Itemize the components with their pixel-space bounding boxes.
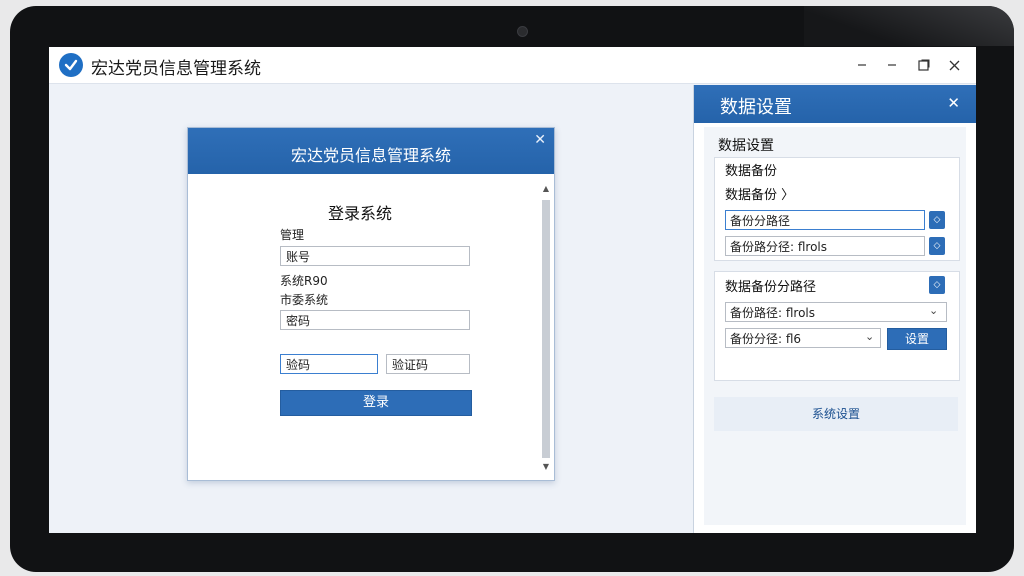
login-button[interactable]: 登录 xyxy=(280,390,472,416)
data-settings-body: 数据设置 数据备份 数据备份 〉 备份分路径 ◇ 备份路分径: flrols ◇… xyxy=(704,127,966,525)
minimize-button[interactable] xyxy=(849,53,875,77)
system-settings-button[interactable]: 系统设置 xyxy=(714,397,958,431)
data-settings-header: 数据设置 ✕ xyxy=(694,85,976,123)
login-dialog: 宏达党员信息管理系统 ✕ 登录系统 管理 账号 系统R90 市委系统 密码 验码… xyxy=(187,127,555,481)
backup-title: 数据备份 xyxy=(725,164,778,179)
spinner-arrows-icon[interactable]: ◇ xyxy=(929,276,945,294)
close-icon[interactable]: ✕ xyxy=(947,94,960,112)
bezel-reflection xyxy=(804,6,1014,46)
restore-group: 数据备份分路径 ◇ 备份路径: flrols ⌄ 备份分径: fl6 ⌄ 设置 xyxy=(714,271,960,381)
username-input[interactable]: 账号 xyxy=(280,246,470,266)
spinner-arrows-icon[interactable]: ◇ xyxy=(929,211,945,229)
restore-title: 数据备份分路径 xyxy=(725,280,817,295)
spinner-arrows-icon[interactable]: ◇ xyxy=(929,237,945,255)
app-screen: 宏达党员信息管理系统 宏达党员信息管理系统 ✕ 登录系统 管理 账号 系统R90… xyxy=(49,47,976,533)
login-heading: 登录系统 xyxy=(327,204,392,223)
username-label: 管理 xyxy=(280,228,305,242)
chevron-down-icon[interactable]: ⌄ xyxy=(929,304,938,317)
window-titlebar: 宏达党员信息管理系统 xyxy=(49,47,976,84)
section-title: 数据设置 xyxy=(718,138,774,154)
scroll-up-icon[interactable]: ▲ xyxy=(540,184,552,193)
backup-path-select[interactable]: 备份分路径 xyxy=(725,210,925,230)
close-window-button[interactable] xyxy=(941,53,967,77)
scroll-thumb[interactable] xyxy=(542,200,550,458)
login-dialog-title: 宏达党员信息管理系统 xyxy=(290,146,451,165)
chevron-down-icon[interactable]: ⌄ xyxy=(865,330,874,343)
password-input[interactable]: 密码 xyxy=(280,310,470,330)
scroll-down-icon[interactable]: ▼ xyxy=(540,462,552,471)
data-settings-panel: 数据设置 ✕ 数据设置 数据备份 数据备份 〉 备份分路径 ◇ 备份路分径: f… xyxy=(693,85,976,533)
captcha-input[interactable]: 验码 xyxy=(280,354,378,374)
field-label-3: 市委系统 xyxy=(280,293,329,307)
field-label-2: 系统R90 xyxy=(280,274,328,288)
check-circle-icon xyxy=(59,53,83,77)
restore-path-field[interactable]: 备份分径: fl6 xyxy=(725,328,881,348)
restore-button[interactable] xyxy=(879,53,905,77)
dialog-scrollbar[interactable]: ▲ ▼ xyxy=(540,184,552,476)
backup-subtitle: 数据备份 〉 xyxy=(725,188,795,203)
backup-path-field[interactable]: 备份路分径: flrols xyxy=(725,236,925,256)
close-icon[interactable]: ✕ xyxy=(534,132,546,148)
camera-icon xyxy=(517,26,528,37)
apply-settings-button[interactable]: 设置 xyxy=(887,328,947,350)
window-title: 宏达党员信息管理系统 xyxy=(91,59,261,79)
captcha-image-field[interactable]: 验证码 xyxy=(386,354,470,374)
restore-path-select[interactable]: 备份路径: flrols xyxy=(725,302,947,322)
login-dialog-header: 宏达党员信息管理系统 ✕ xyxy=(188,128,554,174)
maximize-button[interactable] xyxy=(911,53,937,77)
data-settings-title: 数据设置 xyxy=(720,97,792,118)
backup-group: 数据备份 数据备份 〉 备份分路径 ◇ 备份路分径: flrols ◇ xyxy=(714,157,960,261)
